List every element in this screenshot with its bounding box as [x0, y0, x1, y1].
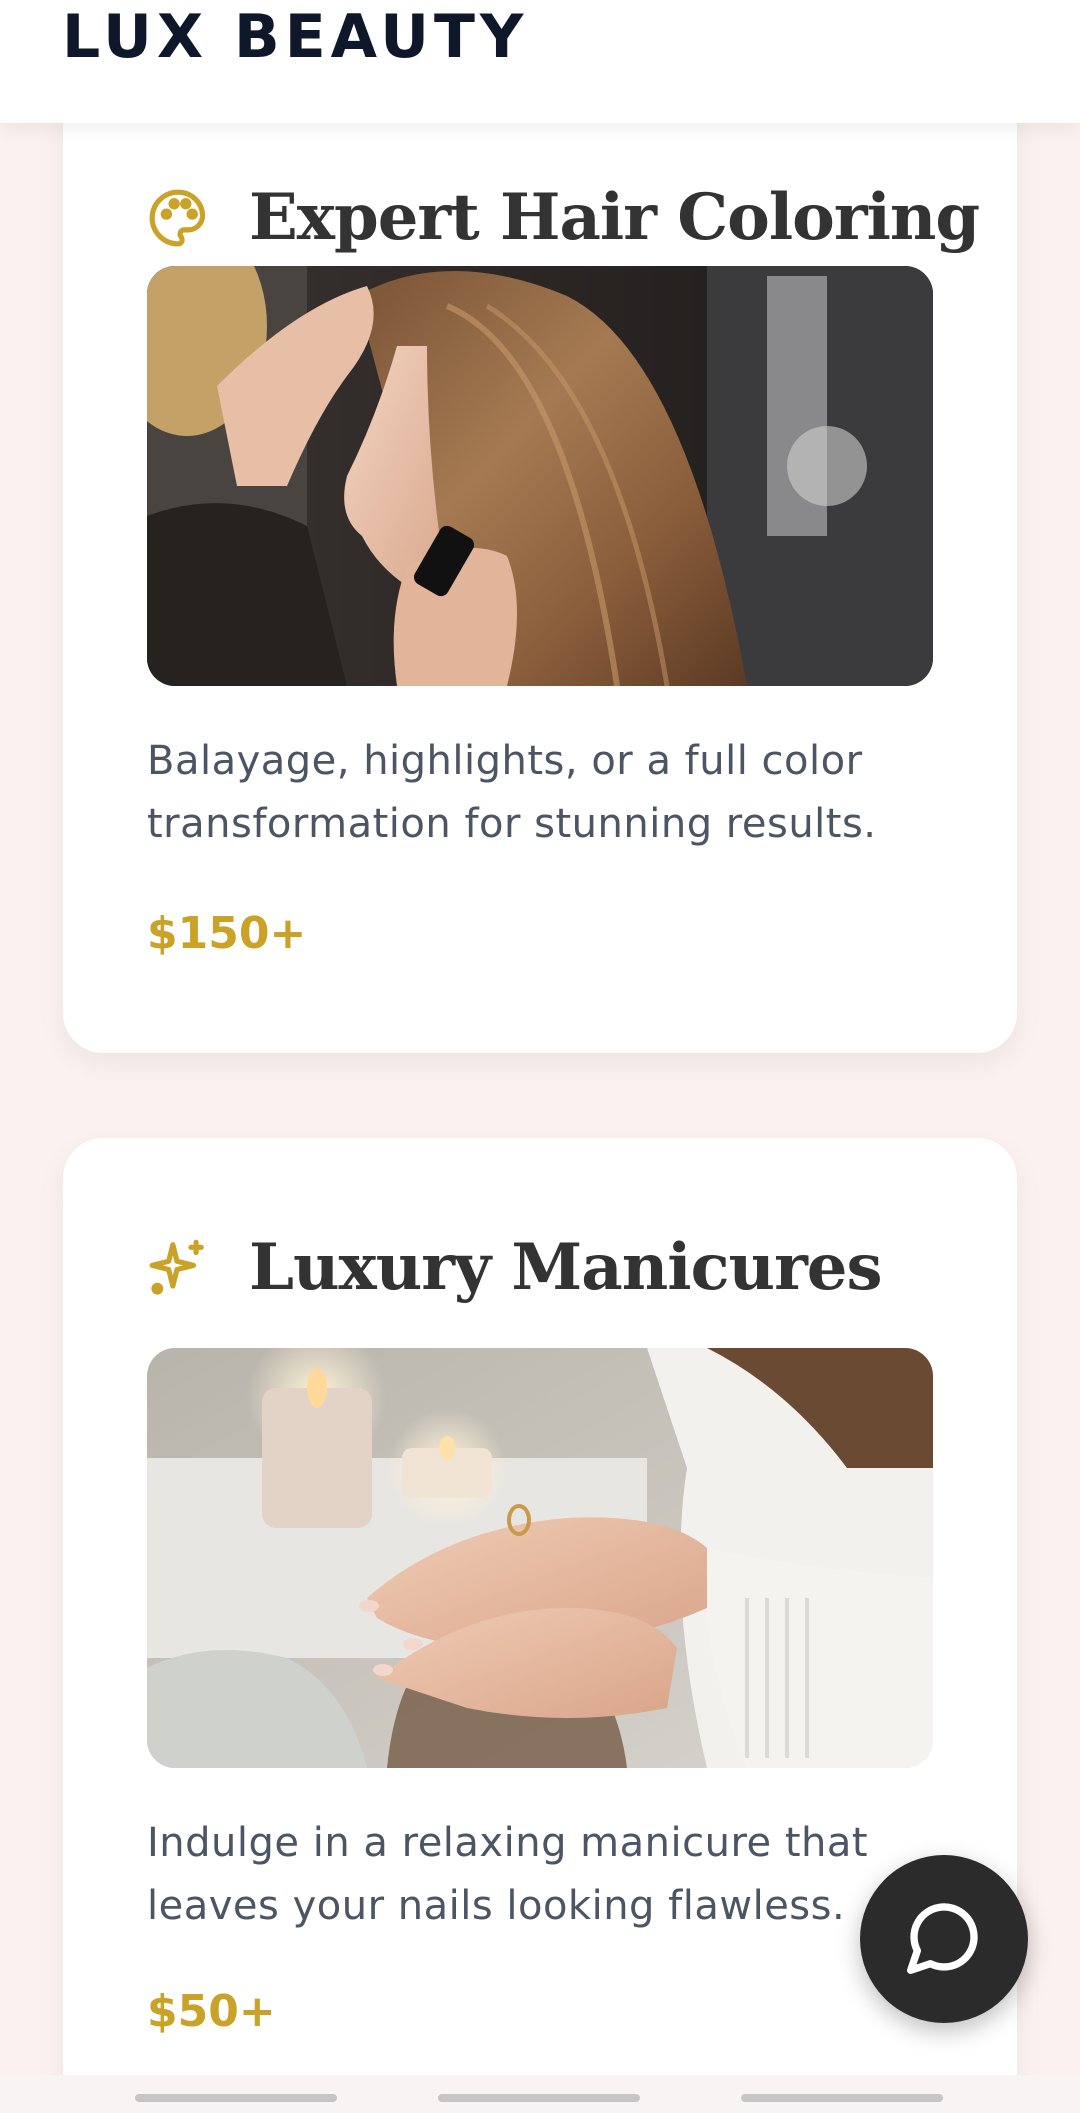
- page: LUX BEAUTY Expert Hair Coloring Balayage…: [0, 0, 1080, 2113]
- pagination-dot[interactable]: [741, 2094, 943, 2102]
- description-line-2: transformation for stunning results.: [147, 801, 877, 847]
- service-description: Indulge in a relaxing manicure that leav…: [147, 1812, 937, 1938]
- sparkles-icon: [147, 1237, 209, 1299]
- service-price: $150+: [147, 908, 307, 959]
- description-line-1: Balayage, highlights, or a full color: [147, 738, 863, 784]
- chat-button[interactable]: [860, 1855, 1028, 2023]
- service-title: Luxury Manicures: [249, 1230, 883, 1305]
- pagination-dot[interactable]: [438, 2094, 640, 2102]
- brand-logo[interactable]: LUX BEAUTY: [62, 2, 528, 72]
- service-title: Expert Hair Coloring: [249, 180, 980, 255]
- service-description: Balayage, highlights, or a full color tr…: [147, 730, 937, 856]
- site-header: LUX BEAUTY: [0, 0, 1080, 123]
- manicure-image: [147, 1348, 933, 1768]
- chat-bubble-icon: [904, 1897, 984, 1982]
- carousel-pagination: [0, 2075, 1080, 2113]
- service-price: $50+: [147, 1986, 276, 2037]
- description-line-2: leaves your nails looking flawless.: [147, 1883, 846, 1929]
- pagination-dot[interactable]: [135, 2094, 337, 2102]
- service-card-hair-coloring[interactable]: Expert Hair Coloring Balayage, highlight…: [63, 40, 1017, 1053]
- hair-coloring-image: [147, 266, 933, 686]
- description-line-1: Indulge in a relaxing manicure that: [147, 1820, 869, 1866]
- palette-icon: [147, 187, 209, 249]
- service-card-header: Luxury Manicures: [147, 1230, 883, 1305]
- service-card-header: Expert Hair Coloring: [147, 180, 980, 255]
